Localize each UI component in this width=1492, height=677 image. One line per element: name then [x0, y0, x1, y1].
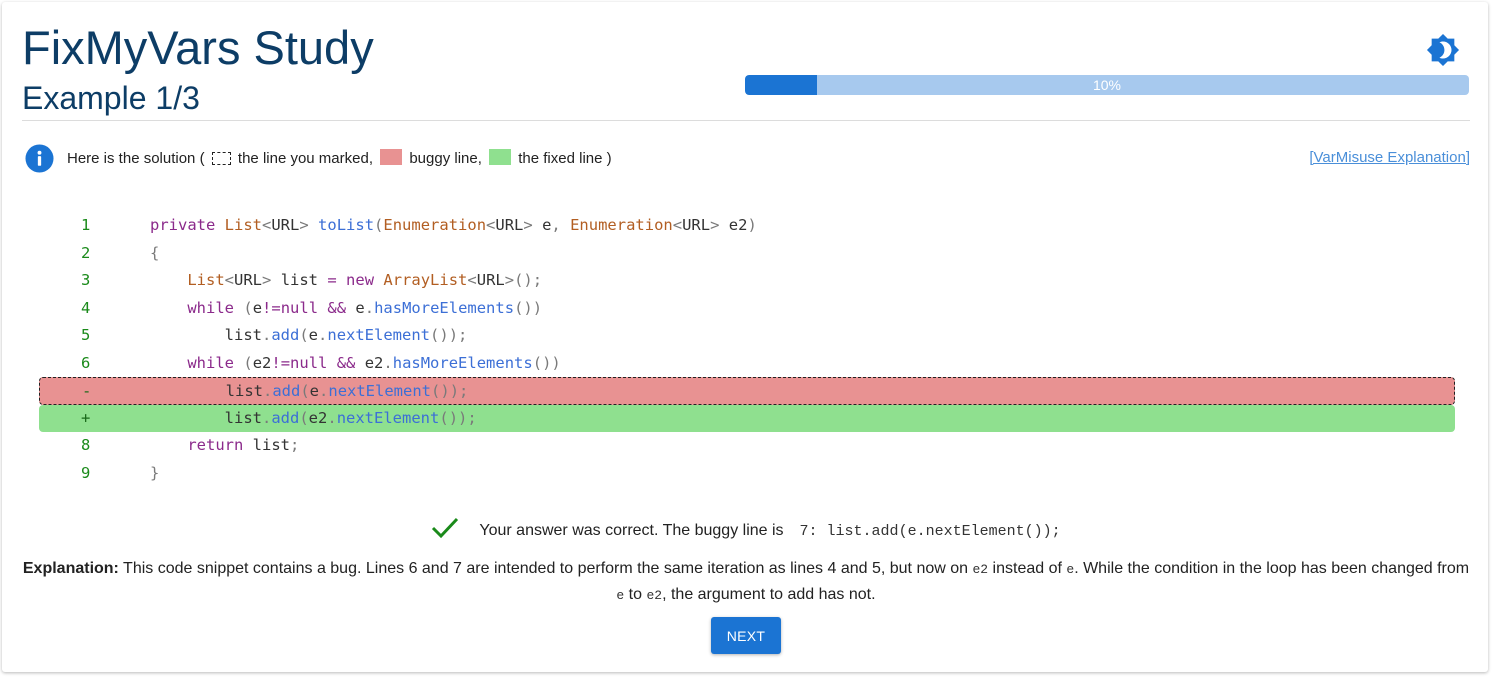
line-source: while (e2!=null && e2.hasMoreElements()) — [187, 353, 561, 372]
legend-marked-swatch — [211, 152, 231, 165]
line-source: list.add(e2.nextElement()); — [224, 408, 477, 427]
line-source: list.add(e.nextElement()); — [225, 382, 469, 400]
line-source: } — [150, 463, 160, 482]
line-number: 4 — [81, 298, 91, 317]
code-line[interactable]: 8 return list; — [39, 432, 1455, 460]
code-line[interactable]: 2{ — [39, 240, 1455, 268]
result-text: Your answer was correct. The buggy line … — [479, 522, 784, 539]
line-number: 8 — [81, 436, 91, 454]
brightness-icon — [1426, 33, 1460, 67]
line-source: return list; — [187, 436, 300, 454]
explanation-text-2: instead of — [988, 560, 1067, 577]
line-number: 3 — [81, 271, 91, 289]
solution-legend: Here is the solution ( the line you mark… — [67, 149, 612, 168]
explanation-code-1: e2 — [972, 562, 989, 577]
legend-marked-label: the line you marked, — [237, 150, 373, 167]
next-button[interactable]: NEXT — [711, 617, 781, 654]
line-number: + — [81, 408, 91, 427]
info-icon — [25, 144, 54, 173]
progress-bar: 10% — [745, 75, 1469, 95]
example-counter: Example 1/3 — [22, 80, 200, 116]
code-line[interactable]: 5 list.add(e.nextElement()); — [39, 322, 1455, 350]
explanation-text-5: , the argument to add has not. — [662, 586, 876, 603]
line-source: private List<URL> toList(Enumeration<URL… — [150, 216, 757, 234]
progress-label: 10% — [1092, 77, 1122, 93]
legend-buggy-label: buggy line, — [409, 150, 482, 167]
line-number: 2 — [81, 243, 91, 262]
line-number: 9 — [81, 463, 91, 482]
line-source: list.add(e.nextElement()); — [224, 326, 468, 344]
line-number: - — [82, 382, 92, 400]
theme-toggle-button[interactable] — [1426, 33, 1460, 67]
varmisuse-explanation-link[interactable]: [VarMisuse Explanation] — [1309, 149, 1470, 167]
line-source: while (e!=null && e.hasMoreElements()) — [187, 298, 543, 317]
explanation-text-4: to — [624, 586, 647, 603]
result-message: Your answer was correct. The buggy line … — [0, 516, 1492, 545]
header-divider — [22, 120, 1470, 121]
legend-fixed-swatch — [489, 149, 512, 165]
explanation-label: Explanation: — [22, 560, 119, 577]
code-line[interactable]: 1 private List<URL> toList(Enumeration<UR… — [39, 212, 1455, 240]
line-number: 1 — [81, 216, 91, 234]
legend-prefix: Here is the solution ( — [67, 150, 205, 167]
code-line[interactable]: 9} — [39, 460, 1455, 488]
line-source: List<URL> list = new ArrayList<URL>(); — [187, 271, 543, 289]
explanation: Explanation: This code snippet contains … — [22, 556, 1470, 608]
code-line-buggy[interactable]: - list.add(e.nextElement()); — [39, 377, 1455, 405]
explanation-text-3: . While the condition in the loop has be… — [1074, 560, 1470, 577]
line-source: { — [150, 243, 160, 262]
buggy-line-code: 7: list.add(e.nextElement()); — [799, 523, 1061, 540]
code-block: 1 private List<URL> toList(Enumeration<UR… — [39, 212, 1455, 487]
code-line[interactable]: 6 while (e2!=null && e2.hasMoreElements(… — [39, 350, 1455, 378]
code-line[interactable]: 3 List<URL> list = new ArrayList<URL>(); — [39, 267, 1455, 295]
page-title: FixMyVars Study — [22, 21, 374, 74]
code-line-fixed[interactable]: + list.add(e2.nextElement()); — [39, 404, 1455, 432]
legend-buggy-swatch — [380, 149, 403, 165]
line-number: 5 — [81, 326, 91, 344]
line-number: 6 — [81, 353, 91, 372]
explanation-text-1: This code snippet contains a bug. Lines … — [118, 560, 973, 577]
explanation-code-4: e2 — [646, 588, 663, 603]
code-line[interactable]: 4 while (e!=null && e.hasMoreElements()) — [39, 295, 1455, 323]
legend-fixed-label: the fixed line ) — [518, 150, 612, 167]
check-icon — [432, 517, 459, 539]
